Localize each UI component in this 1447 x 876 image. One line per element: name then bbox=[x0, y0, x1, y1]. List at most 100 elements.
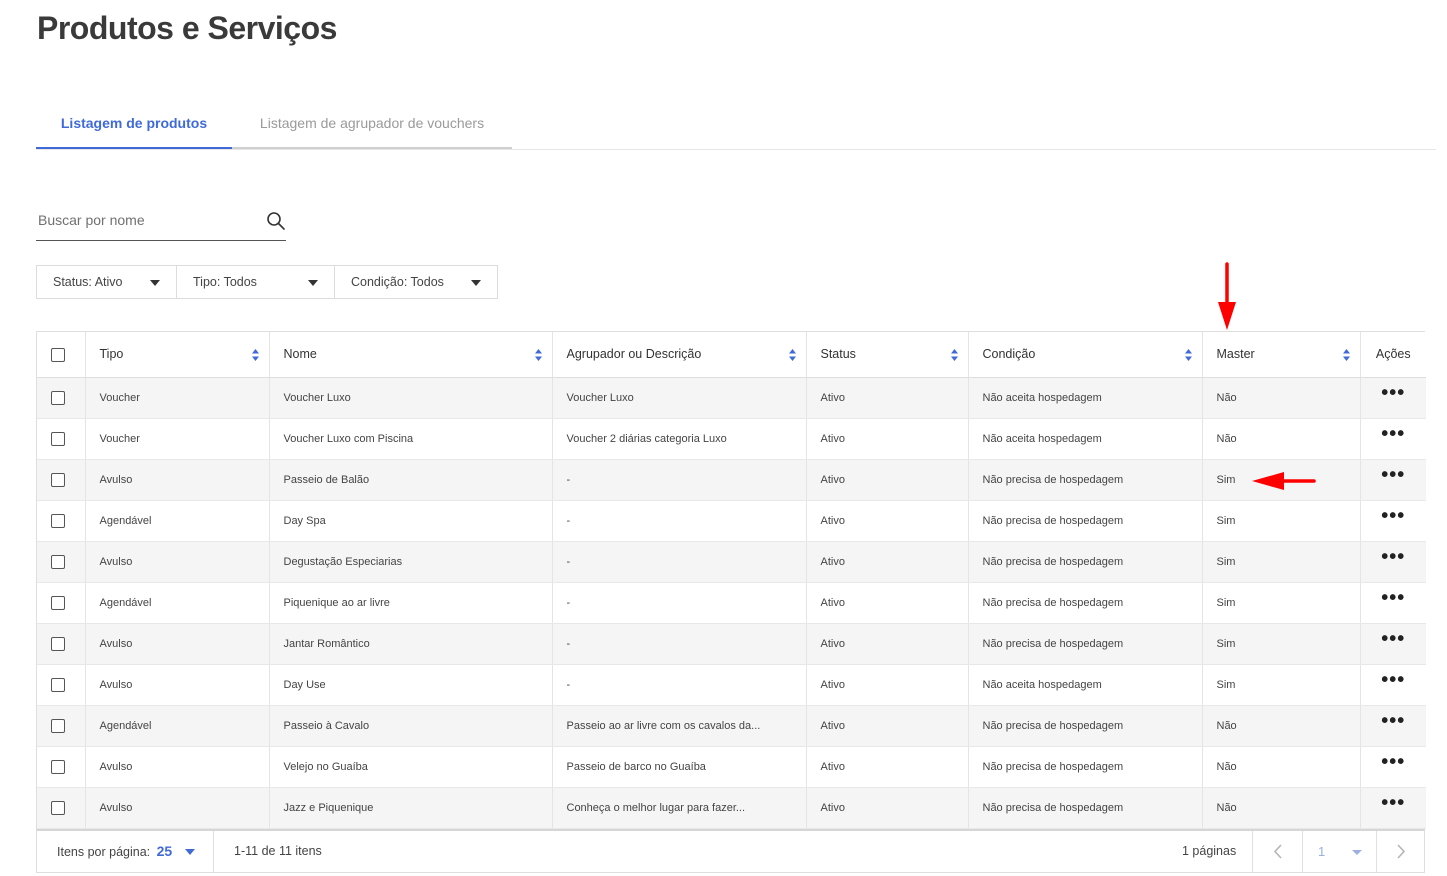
filter-status[interactable]: Status: Ativo bbox=[36, 265, 177, 299]
header-nome[interactable]: Nome bbox=[269, 332, 553, 378]
cell-acoes: ••• bbox=[1360, 500, 1426, 542]
row-select-cell bbox=[37, 418, 86, 460]
tab-listagem-produtos[interactable]: Listagem de produtos bbox=[36, 100, 232, 149]
cell-nome: Voucher Luxo bbox=[269, 377, 553, 419]
search-box bbox=[36, 204, 286, 241]
chevron-right-icon bbox=[1397, 844, 1406, 859]
cell-agrupador: - bbox=[552, 541, 807, 583]
table-row[interactable]: Voucher Voucher Luxo Voucher Luxo Ativo Não … bbox=[37, 377, 1426, 419]
cell-acoes: ••• bbox=[1360, 541, 1426, 583]
sort-icon[interactable] bbox=[788, 349, 796, 361]
header-master[interactable]: Master bbox=[1202, 332, 1361, 378]
cell-master: Sim bbox=[1202, 623, 1361, 665]
table-row[interactable]: Avulso Velejo no Guaíba Passeio de barco n… bbox=[37, 746, 1426, 788]
header-tipo[interactable]: Tipo bbox=[85, 332, 270, 378]
row-checkbox[interactable] bbox=[51, 636, 65, 651]
row-checkbox[interactable] bbox=[51, 431, 65, 446]
cell-agrupador: Passeio ao ar livre com os cavalos da... bbox=[552, 705, 807, 747]
header-agrupador-label: Agrupador ou Descrição bbox=[566, 347, 702, 362]
header-agrupador[interactable]: Agrupador ou Descrição bbox=[552, 332, 807, 378]
table-header-row: Tipo Nome Agrupador ou Descrição Status … bbox=[37, 332, 1426, 378]
sort-icon[interactable] bbox=[950, 349, 958, 361]
cell-acoes: ••• bbox=[1360, 418, 1426, 460]
filter-condicao[interactable]: Condição: Todos bbox=[334, 265, 498, 299]
header-condicao-label: Condição bbox=[982, 347, 1036, 362]
row-checkbox[interactable] bbox=[51, 554, 65, 569]
cell-tipo: Agendável bbox=[85, 705, 270, 747]
table-row[interactable]: Voucher Voucher Luxo com Piscina Voucher 2… bbox=[37, 418, 1426, 460]
table-row[interactable]: Agendável Day Spa - Ativo Não precisa de hos… bbox=[37, 500, 1426, 542]
more-actions-icon[interactable]: ••• bbox=[1381, 670, 1405, 690]
caret-down-icon[interactable] bbox=[185, 849, 195, 855]
table-row[interactable]: Avulso Day Use - Ativo Não aceita hospedagem… bbox=[37, 664, 1426, 706]
more-actions-icon[interactable]: ••• bbox=[1381, 547, 1405, 567]
items-per-page-value[interactable]: 25 bbox=[157, 843, 173, 859]
row-select-cell bbox=[37, 377, 86, 419]
row-checkbox[interactable] bbox=[51, 718, 65, 733]
row-checkbox[interactable] bbox=[51, 677, 65, 692]
row-select-cell bbox=[37, 582, 86, 624]
more-actions-icon[interactable]: ••• bbox=[1381, 711, 1405, 731]
table-row[interactable]: Agendável Piquenique ao ar livre - Ativo Não… bbox=[37, 582, 1426, 624]
row-checkbox[interactable] bbox=[51, 390, 65, 405]
more-actions-icon[interactable]: ••• bbox=[1381, 465, 1405, 485]
products-table: Tipo Nome Agrupador ou Descrição Status … bbox=[36, 331, 1426, 830]
header-status[interactable]: Status bbox=[806, 332, 969, 378]
sort-icon[interactable] bbox=[1184, 349, 1192, 361]
table-row[interactable]: Agendável Passeio à Cavalo Passeio ao ar l… bbox=[37, 705, 1426, 747]
cell-condicao: Não precisa de hospedagem bbox=[968, 787, 1203, 829]
search-input[interactable] bbox=[36, 204, 246, 236]
more-actions-icon[interactable]: ••• bbox=[1381, 383, 1405, 403]
prev-page-button[interactable] bbox=[1252, 831, 1302, 872]
filter-tipo[interactable]: Tipo: Todos bbox=[176, 265, 335, 299]
more-actions-icon[interactable]: ••• bbox=[1381, 752, 1405, 772]
items-per-page[interactable]: Itens por página: 25 bbox=[37, 831, 214, 872]
caret-down-icon bbox=[150, 280, 160, 286]
filter-tipo-label: Tipo: Todos bbox=[193, 275, 257, 289]
row-select-cell bbox=[37, 787, 86, 829]
row-checkbox[interactable] bbox=[51, 595, 65, 610]
more-actions-icon[interactable]: ••• bbox=[1381, 793, 1405, 813]
tab-listagem-agrupador-vouchers[interactable]: Listagem de agrupador de vouchers bbox=[232, 100, 512, 149]
tab-bar: Listagem de produtos Listagem de agrupad… bbox=[36, 100, 1436, 150]
cell-status: Ativo bbox=[806, 705, 969, 747]
table-row[interactable]: Avulso Jantar Romântico - Ativo Não precisa … bbox=[37, 623, 1426, 665]
caret-down-icon bbox=[308, 280, 318, 286]
row-checkbox[interactable] bbox=[51, 513, 65, 528]
search-icon[interactable] bbox=[266, 211, 286, 231]
table-row[interactable]: Avulso Jazz e Piquenique Conheça o melhor … bbox=[37, 787, 1426, 829]
cell-agrupador: Voucher 2 diárias categoria Luxo bbox=[552, 418, 807, 460]
page-select[interactable]: 1 bbox=[1302, 831, 1377, 872]
cell-master: Sim bbox=[1202, 541, 1361, 583]
cell-status: Ativo bbox=[806, 582, 969, 624]
row-checkbox[interactable] bbox=[51, 759, 65, 774]
cell-agrupador: - bbox=[552, 459, 807, 501]
header-condicao[interactable]: Condição bbox=[968, 332, 1203, 378]
sort-icon[interactable] bbox=[1342, 349, 1350, 361]
more-actions-icon[interactable]: ••• bbox=[1381, 588, 1405, 608]
table-row[interactable]: Avulso Degustação Especiarias - Ativo Não pr… bbox=[37, 541, 1426, 583]
next-page-button[interactable] bbox=[1377, 831, 1425, 872]
table-row[interactable]: Avulso Passeio de Balão - Ativo Não precisa … bbox=[37, 459, 1426, 501]
cell-acoes: ••• bbox=[1360, 623, 1426, 665]
cell-agrupador: - bbox=[552, 664, 807, 706]
more-actions-icon[interactable]: ••• bbox=[1381, 629, 1405, 649]
sort-icon[interactable] bbox=[251, 349, 259, 361]
sort-icon[interactable] bbox=[534, 349, 542, 361]
cell-condicao: Não precisa de hospedagem bbox=[968, 705, 1203, 747]
cell-master: Não bbox=[1202, 377, 1361, 419]
pages-count: 1 páginas bbox=[1182, 844, 1237, 858]
cell-status: Ativo bbox=[806, 418, 969, 460]
select-all-checkbox[interactable] bbox=[51, 347, 65, 362]
cell-status: Ativo bbox=[806, 787, 969, 829]
row-checkbox[interactable] bbox=[51, 472, 65, 487]
more-actions-icon[interactable]: ••• bbox=[1381, 424, 1405, 444]
row-checkbox[interactable] bbox=[51, 800, 65, 815]
cell-status: Ativo bbox=[806, 541, 969, 583]
cell-tipo: Agendável bbox=[85, 582, 270, 624]
annotation-arrow-left-icon bbox=[1252, 472, 1316, 490]
cell-status: Ativo bbox=[806, 377, 969, 419]
more-actions-icon[interactable]: ••• bbox=[1381, 506, 1405, 526]
cell-acoes: ••• bbox=[1360, 582, 1426, 624]
cell-condicao: Não precisa de hospedagem bbox=[968, 582, 1203, 624]
